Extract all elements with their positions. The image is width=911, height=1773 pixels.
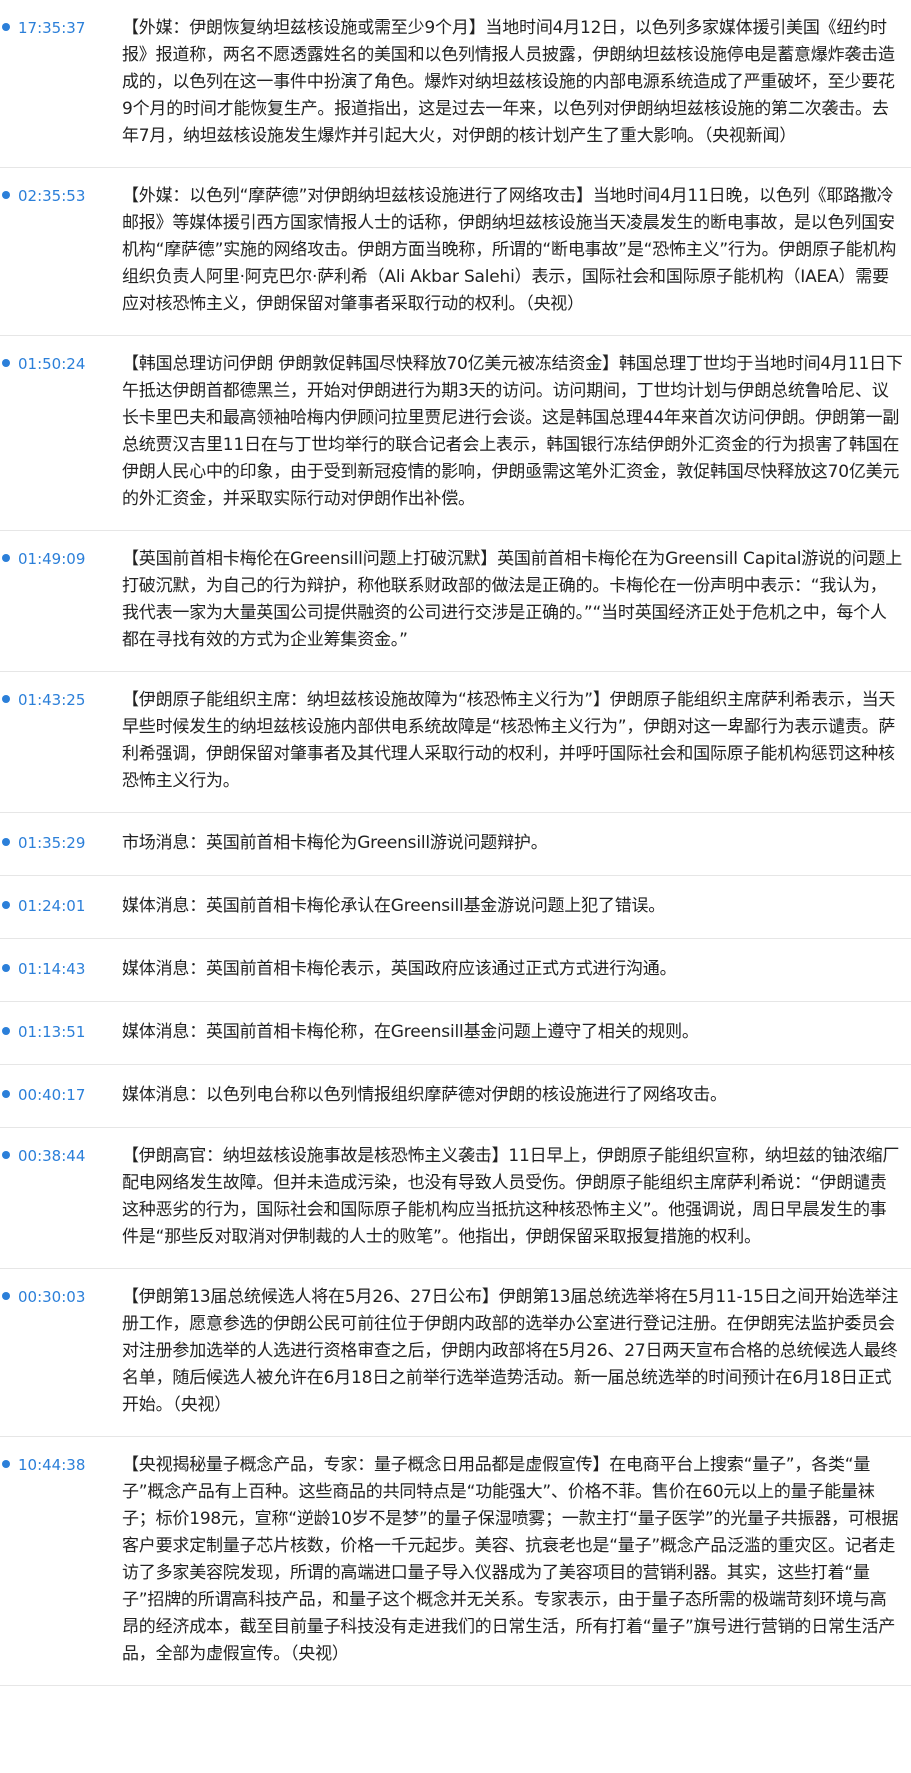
news-time: 10:44:38 [18, 1456, 86, 1474]
bullet-dot-icon [2, 964, 10, 972]
news-text: 【伊朗原子能组织主席：纳坦兹核设施故障为“核恐怖主义行为”】伊朗原子能组织主席萨… [122, 690, 896, 791]
news-text: 【英国前首相卡梅伦在Greensill问题上打破沉默】英国前首相卡梅伦在为Gre… [122, 549, 903, 650]
news-item[interactable]: 01:13:51 媒体消息：英国前首相卡梅伦称，在Greensill基金问题上遵… [0, 1002, 911, 1065]
news-time: 01:13:51 [18, 1023, 86, 1041]
news-item[interactable]: 01:43:25 【伊朗原子能组织主席：纳坦兹核设施故障为“核恐怖主义行为”】伊… [0, 672, 911, 813]
bullet-dot-icon [2, 1292, 10, 1300]
news-item[interactable]: 02:35:53 【外媒：以色列“摩萨德”对伊朗纳坦兹核设施进行了网络攻击】当地… [0, 168, 911, 336]
news-text: 媒体消息：英国前首相卡梅伦称，在Greensill基金问题上遵守了相关的规则。 [122, 1022, 699, 1042]
news-item[interactable]: 01:50:24 【韩国总理访问伊朗 伊朗敦促韩国尽快释放70亿美元被冻结资金】… [0, 336, 911, 531]
news-time: 01:14:43 [18, 960, 86, 978]
news-item[interactable]: 00:38:44 【伊朗高官：纳坦兹核设施事故是核恐怖主义袭击】11日早上，伊朗… [0, 1128, 911, 1269]
news-item[interactable]: 17:35:37 【外媒：伊朗恢复纳坦兹核设施或需至少9个月】当地时间4月12日… [0, 0, 911, 168]
news-text: 市场消息：英国前首相卡梅伦为Greensill游说问题辩护。 [122, 833, 548, 853]
news-text: 媒体消息：以色列电台称以色列情报组织摩萨德对伊朗的核设施进行了网络攻击。 [122, 1085, 727, 1105]
news-time: 00:38:44 [18, 1147, 86, 1165]
bullet-dot-icon [2, 1460, 10, 1468]
news-time: 01:24:01 [18, 897, 86, 915]
news-text: 【伊朗第13届总统候选人将在5月26、27日公布】伊朗第13届总统选举将在5月1… [122, 1287, 899, 1415]
bullet-dot-icon [2, 838, 10, 846]
news-text: 媒体消息：英国前首相卡梅伦表示，英国政府应该通过正式方式进行沟通。 [122, 959, 677, 979]
news-time: 02:35:53 [18, 187, 86, 205]
bullet-dot-icon [2, 359, 10, 367]
news-item[interactable]: 01:35:29 市场消息：英国前首相卡梅伦为Greensill游说问题辩护。 [0, 813, 911, 876]
bullet-dot-icon [2, 554, 10, 562]
bullet-dot-icon [2, 191, 10, 199]
news-text: 【外媒：以色列“摩萨德”对伊朗纳坦兹核设施进行了网络攻击】当地时间4月11日晚，… [122, 186, 897, 314]
news-item[interactable]: 01:49:09 【英国前首相卡梅伦在Greensill问题上打破沉默】英国前首… [0, 531, 911, 672]
news-time: 01:50:24 [18, 355, 86, 373]
news-feed: 17:35:37 【外媒：伊朗恢复纳坦兹核设施或需至少9个月】当地时间4月12日… [0, 0, 911, 1773]
news-text: 【伊朗高官：纳坦兹核设施事故是核恐怖主义袭击】11日早上，伊朗原子能组织宣称，纳… [122, 1146, 900, 1247]
bullet-dot-icon [2, 1151, 10, 1159]
news-time: 00:40:17 [18, 1086, 86, 1104]
news-text: 媒体消息：英国前首相卡梅伦承认在Greensill基金游说问题上犯了错误。 [122, 896, 666, 916]
news-time: 00:30:03 [18, 1288, 86, 1306]
bullet-dot-icon [2, 695, 10, 703]
news-item[interactable]: 00:40:17 媒体消息：以色列电台称以色列情报组织摩萨德对伊朗的核设施进行了… [0, 1065, 911, 1128]
bullet-dot-icon [2, 901, 10, 909]
news-time: 01:43:25 [18, 691, 86, 709]
news-text: 【外媒：伊朗恢复纳坦兹核设施或需至少9个月】当地时间4月12日，以色列多家媒体援… [122, 18, 895, 146]
news-item[interactable]: 00:30:03 【伊朗第13届总统候选人将在5月26、27日公布】伊朗第13届… [0, 1269, 911, 1437]
news-item[interactable]: 01:24:01 媒体消息：英国前首相卡梅伦承认在Greensill基金游说问题… [0, 876, 911, 939]
bullet-dot-icon [2, 1027, 10, 1035]
bullet-dot-icon [2, 1090, 10, 1098]
bullet-dot-icon [2, 23, 10, 31]
news-text: 【央视揭秘量子概念产品，专家：量子概念日用品都是虚假宣传】在电商平台上搜索“量子… [122, 1455, 899, 1664]
news-time: 17:35:37 [18, 19, 86, 37]
news-time: 01:49:09 [18, 550, 86, 568]
news-item[interactable]: 01:14:43 媒体消息：英国前首相卡梅伦表示，英国政府应该通过正式方式进行沟… [0, 939, 911, 1002]
news-item[interactable]: 10:44:38 【央视揭秘量子概念产品，专家：量子概念日用品都是虚假宣传】在电… [0, 1437, 911, 1686]
news-time: 01:35:29 [18, 834, 86, 852]
news-text: 【韩国总理访问伊朗 伊朗敦促韩国尽快释放70亿美元被冻结资金】韩国总理丁世均于当… [122, 354, 903, 509]
